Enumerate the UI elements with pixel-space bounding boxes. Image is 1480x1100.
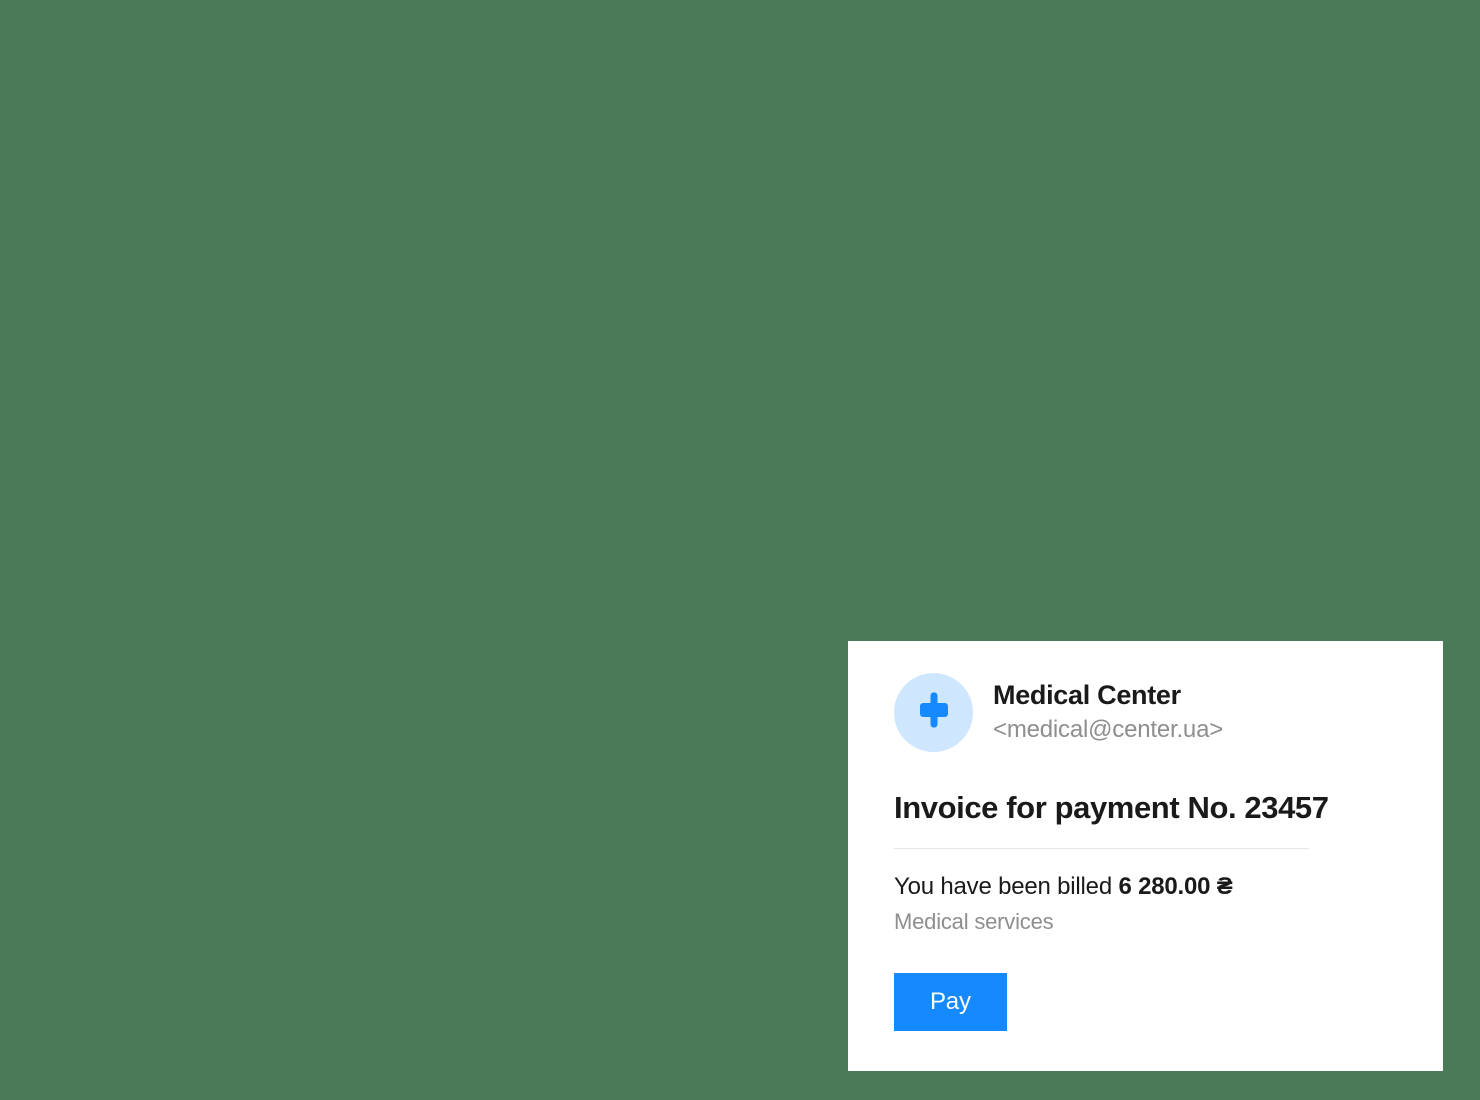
- invoice-card: Medical Center <medical@center.ua> Invoi…: [848, 641, 1443, 1071]
- service-description: Medical services: [894, 909, 1397, 935]
- billed-prefix: You have been billed: [894, 873, 1118, 900]
- medical-cross-icon: [913, 689, 955, 736]
- sender-name: Medical Center: [993, 678, 1223, 713]
- billed-line: You have been billed 6 280.00 ₴: [894, 873, 1397, 901]
- billed-amount: 6 280.00 ₴: [1118, 873, 1232, 900]
- sender-email: <medical@center.ua>: [993, 713, 1223, 747]
- pay-button[interactable]: Pay: [894, 973, 1007, 1031]
- divider: [894, 848, 1309, 849]
- sender-avatar: [894, 673, 973, 752]
- invoice-title: Invoice for payment No. 23457: [894, 790, 1397, 826]
- sender-row: Medical Center <medical@center.ua>: [894, 673, 1397, 752]
- sender-text: Medical Center <medical@center.ua>: [993, 678, 1223, 747]
